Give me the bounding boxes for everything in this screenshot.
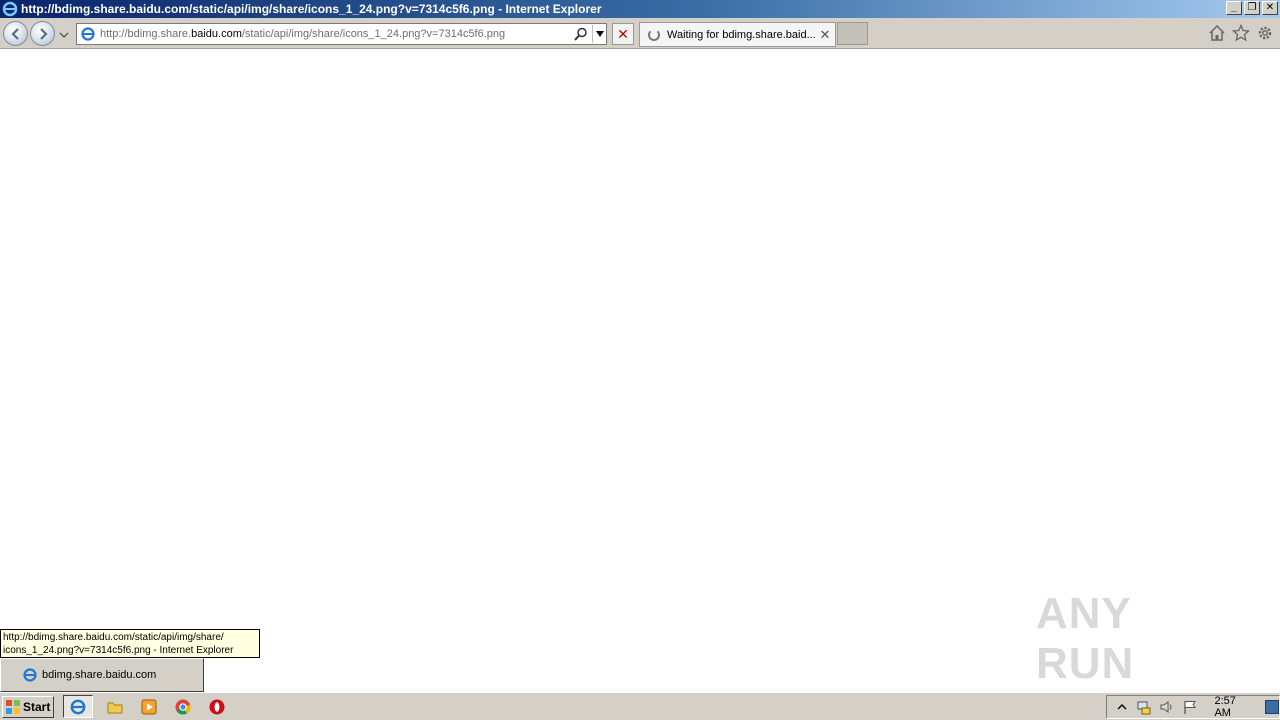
back-button[interactable]	[3, 21, 28, 46]
address-bar[interactable]: http://bdimg.share.baidu.com/static/api/…	[76, 23, 607, 45]
internet-explorer-icon	[70, 699, 86, 714]
url-prefix: http://bdimg.share.	[100, 28, 192, 40]
system-tray: 2:57 AM	[1106, 695, 1280, 719]
search-icon[interactable]	[573, 26, 589, 42]
favorites-button[interactable]	[1231, 23, 1251, 42]
home-button[interactable]	[1208, 24, 1226, 42]
opera-icon	[209, 699, 225, 714]
show-desktop-button[interactable]	[1265, 700, 1279, 714]
taskbar-opera[interactable]	[205, 695, 229, 718]
close-button[interactable]: ✕	[1262, 1, 1278, 15]
anyrun-watermark: ANY RUN	[1036, 589, 1135, 688]
taskbar: Start 2:57 AM	[0, 692, 1280, 720]
tooltip-line-1: http://bdimg.share.baidu.com/static/api/…	[3, 632, 224, 643]
restore-button[interactable]: ❐	[1244, 1, 1260, 15]
url-domain: baidu.com	[191, 28, 242, 40]
new-tab-button[interactable]	[837, 22, 868, 45]
start-button[interactable]: Start	[2, 696, 54, 718]
taskbar-chrome[interactable]	[171, 695, 195, 718]
taskbar-tooltip: http://bdimg.share.baidu.com/static/api/…	[0, 629, 260, 658]
tools-button[interactable]	[1256, 24, 1274, 42]
address-dropdown-button[interactable]	[592, 25, 606, 43]
clock[interactable]: 2:57 AM	[1214, 695, 1253, 719]
chevron-up-icon	[1117, 704, 1127, 710]
quick-launch	[63, 695, 229, 718]
tab-active[interactable]: Waiting for bdimg.share.baid... ✕	[639, 22, 836, 47]
taskbar-file-explorer[interactable]	[103, 695, 127, 718]
page-icon	[81, 27, 95, 41]
address-url[interactable]: http://bdimg.share.baidu.com/static/api/…	[100, 28, 573, 40]
taskbar-media-player[interactable]	[137, 695, 161, 718]
navigation-bar: http://bdimg.share.baidu.com/static/api/…	[0, 18, 1280, 49]
windows-logo-icon	[6, 700, 20, 714]
internet-explorer-icon	[23, 668, 37, 682]
arrow-right-icon	[40, 28, 48, 40]
thumbnail-label: bdimg.share.baidu.com	[42, 669, 157, 681]
tab-close-button[interactable]: ✕	[818, 27, 832, 43]
folder-icon	[107, 702, 123, 713]
chevron-down-icon	[595, 31, 604, 37]
taskbar-thumbnail[interactable]: bdimg.share.baidu.com	[0, 658, 204, 692]
stop-button[interactable]: ✕	[612, 23, 634, 45]
url-suffix: /static/api/img/share/icons_1_24.png?v=7…	[241, 28, 506, 40]
tab-title: Waiting for bdimg.share.baid...	[667, 28, 816, 41]
action-center-flag-icon[interactable]	[1182, 699, 1198, 715]
media-player-icon	[141, 699, 157, 714]
tooltip-line-2: icons_1_24.png?v=7314c5f6.png - Internet…	[3, 645, 234, 656]
start-label: Start	[23, 700, 51, 714]
title-bar: http://bdimg.share.baidu.com/static/api/…	[0, 0, 1280, 18]
taskbar-ie[interactable]	[63, 695, 93, 718]
home-icon	[1209, 24, 1225, 41]
volume-icon[interactable]	[1159, 699, 1175, 715]
star-icon	[1231, 23, 1251, 42]
network-icon[interactable]	[1136, 699, 1152, 715]
loading-spinner-icon	[648, 28, 660, 41]
gear-icon	[1258, 26, 1272, 40]
chrome-icon	[175, 699, 191, 715]
recent-pages-dropdown-icon[interactable]	[58, 30, 70, 40]
toolbar-right	[1208, 23, 1274, 42]
internet-explorer-icon	[2, 1, 18, 17]
show-hidden-icons-button[interactable]	[1114, 699, 1129, 715]
arrow-left-icon	[11, 28, 19, 40]
window-title: http://bdimg.share.baidu.com/static/api/…	[21, 2, 602, 16]
window-controls: _ ❐ ✕	[1226, 1, 1278, 15]
forward-button[interactable]	[30, 21, 55, 46]
minimize-button[interactable]: _	[1226, 1, 1242, 15]
